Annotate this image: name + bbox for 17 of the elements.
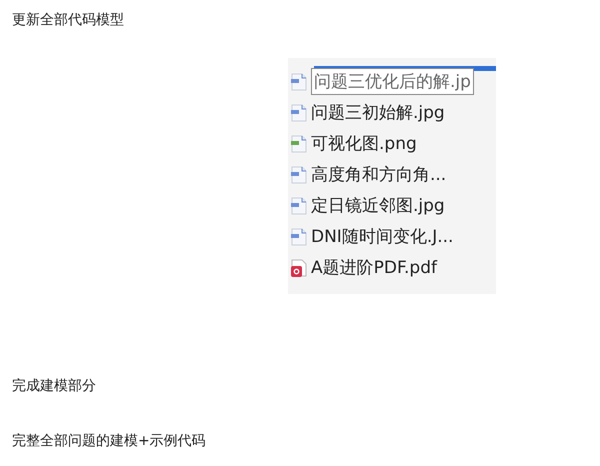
file-name: DNI随时间变化.J... [311, 226, 454, 248]
image-file-icon [291, 104, 307, 122]
paragraph: 完成建模部分 [11, 377, 97, 396]
file-name: 问题三初始解.jpg [311, 102, 445, 124]
image-file-icon [291, 196, 307, 214]
paragraph: 完整全部问题的建模+示例代码 [11, 432, 207, 451]
image-file-icon [291, 134, 307, 152]
pdf-file-icon [291, 258, 307, 276]
file-name: 高度角和方向角... [311, 164, 446, 186]
image-file-icon [291, 72, 307, 90]
file-name: 定日镜近邻图.jpg [311, 195, 445, 217]
rename-field[interactable]: 问题三优化后的解.jp [311, 68, 474, 95]
image-file-icon [291, 166, 307, 184]
file-name: A题进阶PDF.pdf [311, 257, 437, 279]
file-name: 可视化图.png [311, 133, 417, 155]
image-file-icon [291, 228, 307, 246]
paragraph: 更新全部代码模型 [11, 11, 125, 30]
